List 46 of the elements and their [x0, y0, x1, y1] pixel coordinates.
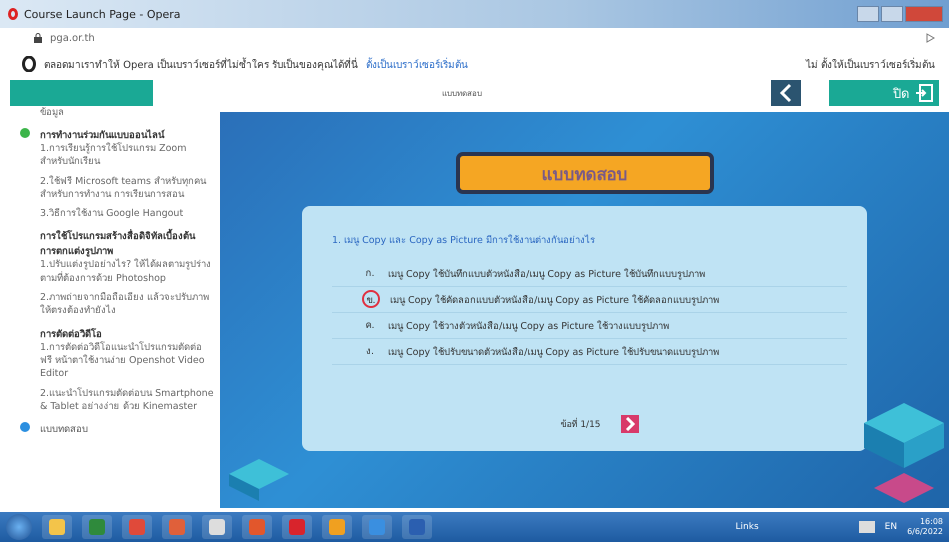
sidebar-item[interactable]: ข้อมูล — [20, 106, 214, 119]
section-title[interactable]: การใช้โปรแกรมสร้างสื่อดิจิทัลเบื้องต้น การตกแต่งรูปภาพ — [40, 228, 214, 258]
language-indicator[interactable]: EN — [884, 522, 898, 532]
start-button[interactable] — [6, 514, 32, 540]
back-button[interactable] — [771, 80, 801, 106]
next-button[interactable] — [620, 415, 639, 433]
page-title: แบบทดสอบ — [441, 88, 483, 100]
question-counter: ข้อที่ 1/15 — [560, 417, 601, 431]
lesson-link[interactable]: 3.วิธีการใช้งาน Google Hangout — [20, 207, 214, 220]
address-field[interactable]: pga.or.th — [50, 32, 917, 44]
chevron-left-icon — [779, 83, 793, 103]
answer-option[interactable]: ก. เมนู Copy ใช้บันทึกแบบตัวหนังสือ/เมนู Copy as Picture ใช้บันทึกแบบรูปภาพ — [332, 261, 847, 287]
question-text: 1. เมนู Copy และ Copy as Picture มีการใช้งานต่างกันอย่างไร — [332, 234, 596, 247]
window-title: Course Launch Page - Opera — [24, 8, 180, 20]
decline-link[interactable]: ไม่ ตั้งให้เป็นเบราว์เซอร์เริ่มต้น — [806, 56, 935, 72]
lesson-link[interactable]: 2.ใช้ฟรี Microsoft teams สำหรับทุกคน สำหรับการทำงาน การเรียนการสอน — [20, 174, 214, 202]
lesson-link[interactable]: 1.การเรียนรู้การใช้โปรแกรม Zoom สำหรับนักเรียน — [20, 142, 214, 169]
opera-logo-icon — [8, 8, 18, 20]
section-title[interactable]: การทำงานร่วมกันแบบออนไลน์ — [40, 127, 164, 142]
share-icon[interactable] — [925, 33, 935, 43]
links-toolbar[interactable]: Links — [736, 522, 759, 532]
clock-date[interactable]: 6/6/2022 — [907, 527, 943, 537]
answer-option[interactable]: ค. เมนู Copy ใช้วางตัวหนังสือ/เมนู Copy as Picture ใช้วางแบบรูปภาพ — [332, 313, 847, 339]
lesson-link[interactable]: 1.ปรับแต่งรูปอย่างไร? ให้ได้ผลตามรูปร่างตามที่ต้องการด้วย Photoshop — [20, 258, 214, 286]
section-title[interactable]: การตัดต่อวิดีโอ — [40, 326, 102, 341]
lesson-link[interactable]: 1.การตัดต่อวิดีโอแนะนำโปรแกรมตัดต่อฟรี หน้าตาใช้งานง่าย Openshot Video Editor — [20, 340, 214, 381]
option-letter: ค. — [364, 318, 376, 332]
chevron-right-icon — [624, 417, 635, 431]
quiz-banner: แบบทดสอบ — [456, 152, 714, 194]
notification-icon[interactable] — [858, 521, 875, 533]
lesson-link[interactable]: 2.แนะนำโปรแกรมตัดต่อบน Smartphone & Tablet อย่างง่าย ด้วย Kinemaster — [20, 386, 214, 414]
lock-icon — [34, 33, 42, 43]
promo-message: ตลอดมาเราทำให้ Opera เป็นเบราว์เซอร์ที่ไม่ซ้ำใคร รับเป็นของคุณได้ที่นี่ — [44, 56, 358, 72]
answer-option[interactable]: ง. เมนู Copy ใช้ปรับขนาดตัวหนังสือ/เมนู Copy as Picture ใช้ปรับขนาดแบบรูปภาพ — [332, 339, 847, 365]
minimize-button[interactable] — [857, 6, 879, 22]
option-letter: ข. — [362, 290, 380, 308]
option-letter: ก. — [364, 266, 376, 280]
maximize-button[interactable] — [881, 6, 903, 22]
option-letter: ง. — [364, 344, 376, 358]
lesson-link[interactable]: 2.ภาพถ่ายจากมือถือเอียง แล้วจะปรับภาพให้ตรงต้องทำยังไง — [20, 291, 214, 318]
promo-link[interactable]: ตั้งเป็นเบราว์เซอร์เริ่มต้น — [366, 56, 468, 72]
clock-time[interactable]: 16:08 — [920, 517, 943, 527]
opera-logo-icon — [22, 56, 36, 72]
section-title[interactable]: แบบทดสอบ — [40, 421, 88, 436]
exit-icon — [915, 84, 933, 102]
answer-option[interactable]: ข. เมนู Copy ใช้คัดลอกแบบตัวหนังสือ/เมนู Copy as Picture ใช้คัดลอกแบบรูปภาพ — [332, 287, 847, 313]
